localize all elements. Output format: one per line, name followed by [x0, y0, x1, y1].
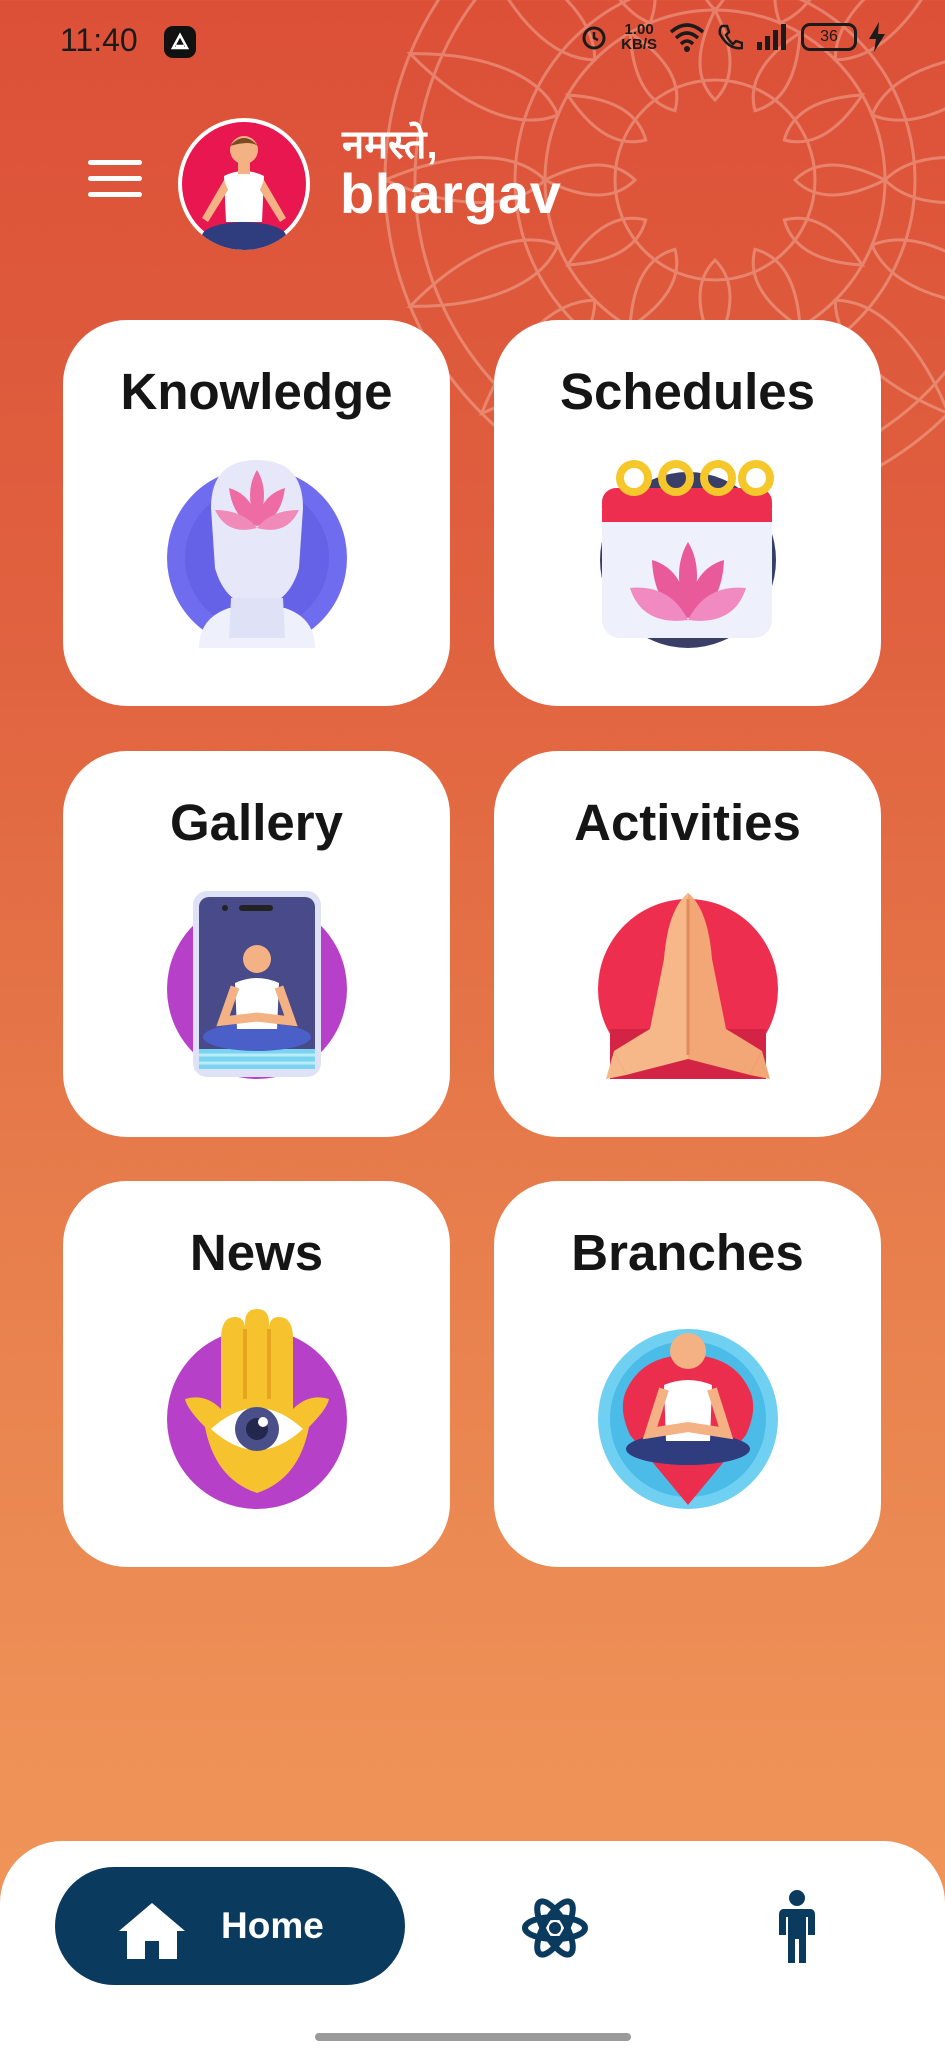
card-title: Branches — [571, 1224, 804, 1281]
card-title: Activities — [574, 794, 801, 851]
card-gallery[interactable]: Gallery — [63, 751, 450, 1137]
card-title: News — [189, 1224, 324, 1281]
card-schedules[interactable]: Schedules — [494, 320, 881, 706]
yoga-location-icon — [590, 1309, 786, 1509]
card-knowledge[interactable]: Knowledge — [63, 320, 450, 706]
nav-home-label: Home — [221, 1905, 324, 1946]
username-text: bhargav — [340, 162, 562, 225]
status-bar: 11:40 1.00 KB/S 36 — [0, 0, 945, 84]
alarm-icon — [582, 26, 606, 50]
nav-home-button[interactable]: Home — [55, 1867, 405, 1985]
yoga-avatar-icon — [182, 122, 306, 250]
card-title: Knowledge — [120, 363, 393, 420]
bottom-navigation: Home — [0, 1841, 945, 2048]
card-news[interactable]: News — [63, 1181, 450, 1567]
avatar[interactable] — [178, 118, 310, 250]
greeting-text: नमस्ते, — [342, 123, 438, 167]
menu-button[interactable] — [88, 160, 142, 200]
wifi-icon — [669, 23, 705, 52]
notification-app-icon — [164, 26, 196, 58]
card-title: Gallery — [170, 794, 343, 851]
charging-icon — [869, 22, 885, 52]
atom-icon[interactable] — [522, 1895, 588, 1961]
lotus-head-icon — [159, 448, 355, 648]
signal-icon — [757, 24, 786, 50]
namaste-hands-icon — [590, 879, 786, 1079]
speed-value: 1.00 — [624, 21, 654, 38]
card-title: Schedules — [559, 363, 816, 420]
card-activities[interactable]: Activities — [494, 751, 881, 1137]
phone-yoga-icon — [159, 879, 355, 1079]
menu-icon — [88, 160, 142, 165]
battery-indicator: 36 — [801, 23, 857, 51]
network-speed: 1.00 KB/S — [621, 22, 657, 52]
card-branches[interactable]: Branches — [494, 1181, 881, 1567]
lotus-calendar-icon — [590, 448, 786, 648]
call-icon — [718, 24, 743, 50]
status-time: 11:40 — [60, 22, 138, 58]
person-icon[interactable] — [772, 1889, 822, 1965]
hamsa-eye-icon — [159, 1309, 355, 1509]
status-icons: 1.00 KB/S 36 — [579, 22, 885, 52]
gesture-bar — [315, 2033, 631, 2041]
home-icon — [119, 1903, 185, 1959]
speed-unit: KB/S — [621, 36, 657, 53]
